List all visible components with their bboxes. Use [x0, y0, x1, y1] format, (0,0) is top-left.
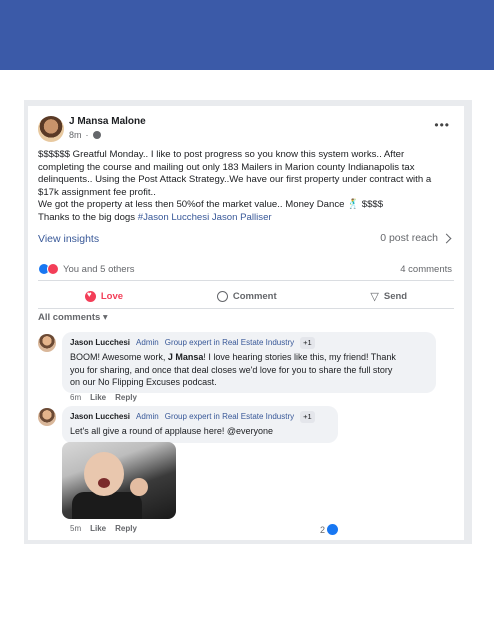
comment-button[interactable]: Comment — [216, 290, 277, 302]
comment-text: BOOM! Awesome work, J Mansa! I love hear… — [70, 351, 428, 388]
gif-shirt — [72, 492, 142, 519]
comment-label: Comment — [232, 290, 277, 302]
post-card: J Mansa Malone 8m · ••• $$$$$$ Greatful … — [28, 106, 464, 540]
heart-icon — [84, 290, 96, 302]
comment-header: Jason Lucchesi Admin Group expert in Rea… — [70, 411, 330, 424]
post-reach-text: 0 post reach — [380, 232, 438, 244]
send-label: Send — [383, 290, 408, 302]
post-line: delinquents.. Using the Post Attack Stra… — [38, 174, 432, 186]
plus-badge: +1 — [300, 337, 315, 350]
commenter-avatar[interactable] — [38, 334, 56, 352]
comment-bubble: Jason Lucchesi Admin Group expert in Rea… — [62, 332, 436, 394]
post-line: We got the property at less then 50%of t… — [38, 199, 384, 211]
thanks-text: Thanks to the big dogs — [38, 211, 138, 223]
comment-meta: 6m Like Reply — [70, 393, 137, 402]
commenter-name[interactable]: Jason Lucchesi — [70, 411, 130, 423]
all-comments-filter[interactable]: All comments ▾ — [38, 312, 108, 323]
gif-mouth — [98, 478, 110, 488]
gif-fist — [130, 478, 148, 496]
top-banner — [0, 0, 494, 70]
comment-time[interactable]: 5m — [70, 524, 81, 533]
applause-gif-image[interactable] — [62, 442, 176, 519]
action-bar: Love Comment ▽ Send — [38, 286, 454, 306]
reaction-summary[interactable]: You and 5 others — [38, 263, 135, 275]
send-button[interactable]: ▽ Send — [370, 290, 407, 303]
commenter-avatar[interactable] — [38, 408, 56, 426]
comment-header: Jason Lucchesi Admin Group expert in Rea… — [70, 337, 428, 350]
globe-icon — [92, 131, 101, 139]
more-options-icon[interactable]: ••• — [434, 118, 450, 132]
comment-time[interactable]: 6m — [70, 393, 81, 402]
expert-badge: Group expert in Real Estate Industry — [164, 338, 295, 347]
divider — [38, 280, 454, 281]
comment-text-part: ! I love hearing stories like this, my f… — [203, 352, 396, 363]
post-meta: 8m · — [69, 130, 101, 140]
comment-text: Let's all give a round of applause here!… — [70, 426, 273, 437]
post-line: $17k assignment fee profit.. — [38, 186, 156, 198]
commenter-name[interactable]: Jason Lucchesi — [70, 337, 130, 349]
comment-text-part: BOOM! Awesome work, — [70, 352, 168, 363]
admin-badge: Admin — [136, 338, 159, 347]
mention-link[interactable]: Jason Palliser — [212, 212, 272, 223]
post-thanks-line: Thanks to the big dogs #Jason Lucchesi J… — [38, 212, 458, 225]
hashtag-link[interactable]: #Jason Lucchesi — [138, 212, 209, 223]
thumbs-up-icon — [327, 524, 339, 535]
comment-reply-button[interactable]: Reply — [115, 393, 137, 402]
comment-bubble: Jason Lucchesi Admin Group expert in Rea… — [62, 406, 338, 443]
reactions-text: You and 5 others — [63, 263, 135, 275]
post-author[interactable]: J Mansa Malone — [69, 116, 146, 127]
post-reach[interactable]: 0 post reach — [380, 232, 452, 244]
love-reaction-icon — [47, 263, 59, 275]
comment-like-button[interactable]: Like — [90, 393, 106, 402]
love-label: Love — [100, 290, 124, 302]
comment-mention[interactable]: J Mansa — [168, 352, 204, 362]
expert-badge: Group expert in Real Estate Industry — [164, 412, 295, 421]
comments-count[interactable]: 4 comments — [400, 264, 452, 275]
post-line: completing the course and mailing out on… — [38, 161, 415, 173]
view-insights-link[interactable]: View insights — [38, 233, 99, 245]
comment-icon — [216, 290, 228, 302]
gif-baby-face — [84, 452, 124, 496]
divider — [38, 308, 454, 309]
comment-reply-button[interactable]: Reply — [115, 524, 137, 533]
comment-text-part: on our No Flipping Excuses podcast. — [70, 376, 217, 387]
send-icon: ▽ — [370, 290, 379, 303]
chevron-right-icon — [441, 233, 452, 243]
comment-like-count[interactable]: 2 — [320, 524, 339, 535]
post-body: $$$$$$ Greatful Monday.. I like to post … — [38, 149, 458, 225]
author-avatar[interactable] — [38, 116, 64, 142]
love-button[interactable]: Love — [84, 290, 124, 302]
post-time[interactable]: 8m — [69, 130, 82, 140]
comment-text-part: you for sharing, and once that deal clos… — [70, 364, 393, 375]
like-count-number: 2 — [320, 524, 326, 535]
post-line: $$$$$$ Greatful Monday.. I like to post … — [38, 149, 405, 160]
plus-badge: +1 — [300, 411, 315, 424]
comment-like-button[interactable]: Like — [90, 524, 106, 533]
comment-meta: 5m Like Reply — [70, 524, 137, 533]
admin-badge: Admin — [136, 412, 159, 421]
